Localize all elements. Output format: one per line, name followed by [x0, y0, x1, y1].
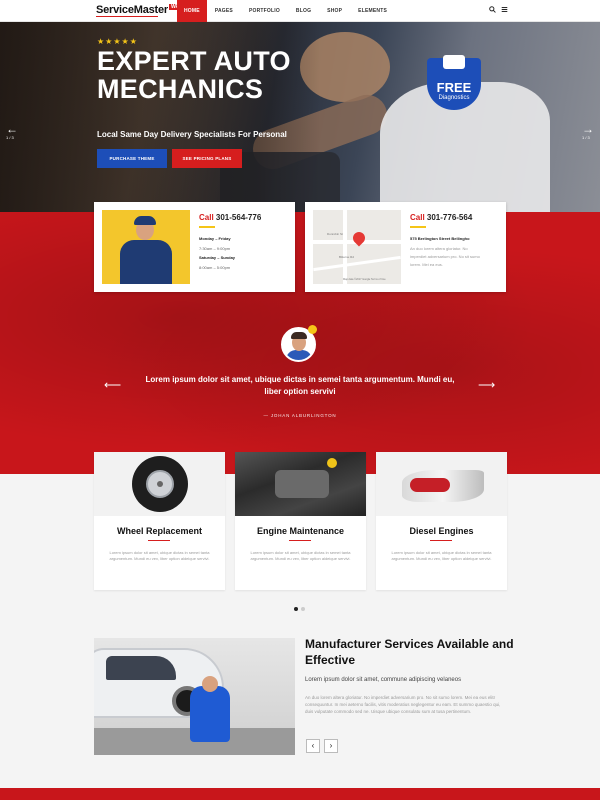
laptop-car-icon [443, 55, 465, 69]
taillight-image [376, 452, 507, 516]
address-desc-3: lorem. Mei ea eus. [410, 262, 443, 267]
service-title: Wheel Replacement [116, 526, 203, 536]
service-card-engine[interactable]: Engine Maintenance Lorem ipsum dolor sit… [235, 452, 366, 590]
hours-weekday-time: 7:30am – 9:00pm [199, 246, 231, 251]
address-card: Dunrobin St Bitterne Rd Map data ©2017 G… [305, 202, 506, 292]
hours-weekday-label: Monday – Friday [199, 236, 231, 241]
manufacturer-prev-button[interactable]: ‹ [306, 739, 320, 753]
page: ServiceMaster WP HOME PAGES PORTFOLIO BLO… [0, 0, 600, 800]
phone-line[interactable]: Call 301-564-776 [199, 213, 261, 222]
oil-cap [327, 458, 337, 468]
service-desc: Lorem ipsum dolor sit amet, ubique dicta… [391, 550, 492, 561]
engine-image [235, 452, 366, 516]
map-label: Dunrobin St [327, 232, 343, 236]
map-attribution: Map data ©2017 Google Terms of Use [343, 278, 386, 281]
testimonial-prev-arrow[interactable]: ⟵ [104, 378, 121, 392]
footer-band [0, 788, 600, 800]
hours-card: Call 301-564-776 Monday – Friday 7:30am … [94, 202, 295, 292]
service-card-diesel[interactable]: Diesel Engines Lorem ipsum dolor sit ame… [376, 452, 507, 590]
main-menu: HOME PAGES PORTFOLIO BLOG SHOP ELEMENTS [177, 0, 395, 22]
badge-free-text: FREE [436, 80, 472, 95]
avatar-hair [291, 332, 307, 339]
badge-diagnostics-text: Diagnostics [438, 95, 470, 101]
free-diagnostics-badge: FREE Diagnostics [427, 55, 481, 110]
hero-slide-counter-right: 1 / 3 [582, 135, 590, 140]
hero-title: EXPERT AUTO MECHANICS [97, 46, 291, 104]
location-map[interactable]: Dunrobin St Bitterne Rd Map data ©2017 G… [313, 210, 401, 284]
address-desc-2: imperdiet adversarium pro. No sit sumo [410, 254, 480, 259]
testimonial-next-arrow[interactable]: ⟶ [478, 378, 495, 392]
address-line: 575 Berlington Street Bellingho [410, 236, 470, 241]
phone-line[interactable]: Call 301-776-564 [410, 213, 472, 222]
service-desc: Lorem ipsum dolor sit amet, ubique dicta… [250, 550, 351, 561]
service-card-wheel[interactable]: Wheel Replacement Lorem ipsum dolor sit … [94, 452, 225, 590]
mechanic-figure [190, 686, 230, 742]
manufacturer-title: Manufacturer Services Available and Effe… [305, 637, 514, 667]
hero-slide-counter-left: 1 / 3 [6, 135, 14, 140]
logo-underline [96, 16, 158, 17]
menu-item-blog[interactable]: BLOG [288, 0, 319, 22]
menu-item-pages[interactable]: PAGES [207, 0, 241, 22]
hero-prev-arrow[interactable]: ← [6, 122, 18, 136]
service-title: Diesel Engines [409, 526, 474, 536]
service-accent-bar [148, 540, 170, 541]
rating-stars: ★★★★★ [97, 37, 138, 46]
testimonial-author: — JOHAN ALBURLINGTON [263, 413, 337, 418]
hours-weekend-label: Saturday – Sunday [199, 255, 236, 260]
testimonial-quote: Lorem ipsum dolor sit amet, ubique dicta… [145, 375, 455, 396]
hub [157, 481, 163, 487]
menu-item-home[interactable]: HOME [177, 0, 207, 22]
manufacturer-subtitle: Lorem ipsum dolor sit amet, commune adip… [305, 677, 462, 683]
mechanic-cap [134, 216, 156, 225]
carousel-dots [294, 607, 305, 611]
mechanic-photo [102, 210, 190, 284]
hours-weekend-time: 8:00am – 5:00pm [199, 265, 231, 270]
menu-item-elements[interactable]: ELEMENTS [350, 0, 395, 22]
top-nav: ServiceMaster WP HOME PAGES PORTFOLIO BLO… [0, 0, 600, 22]
taillight-lens [410, 478, 450, 492]
nav-icons [489, 6, 508, 13]
manufacturer-next-button[interactable]: › [324, 739, 338, 753]
mechanic-body [120, 240, 172, 284]
accent-bar [410, 226, 426, 228]
map-label: Bitterne Rd [339, 255, 355, 259]
purchase-theme-button[interactable]: PURCHASE THEME [97, 149, 167, 168]
quote-badge-icon [308, 325, 317, 334]
wheel-image [94, 452, 225, 516]
logo[interactable]: ServiceMaster WP [96, 4, 181, 16]
menu-item-shop[interactable]: SHOP [319, 0, 350, 22]
pricing-plans-button[interactable]: SEE PRICING PLANS [172, 149, 242, 168]
engine-bay [235, 452, 366, 516]
mechanic-figure-head [202, 676, 218, 692]
engine-block [275, 470, 329, 498]
car-window [106, 656, 176, 680]
manufacturer-desc: An duo lorem altera gloriatur. No imperd… [305, 695, 501, 714]
address-desc-1: An duo lorem altera gloriatur. No [410, 246, 468, 251]
map-road [313, 255, 401, 272]
service-title: Engine Maintenance [256, 526, 345, 536]
carousel-dot[interactable] [301, 607, 305, 611]
menu-item-portfolio[interactable]: PORTFOLIO [241, 0, 288, 22]
accent-bar [199, 226, 215, 228]
manufacturer-photo [94, 638, 295, 755]
service-accent-bar [430, 540, 452, 541]
hero-subtitle: Local Same Day Delivery Specialists For … [97, 130, 287, 139]
carousel-dot[interactable] [294, 607, 298, 611]
hero-next-arrow[interactable]: → [582, 122, 594, 136]
menu-icon[interactable] [501, 6, 508, 13]
map-road [343, 210, 347, 284]
service-accent-bar [289, 540, 311, 541]
service-desc: Lorem ipsum dolor sit amet, ubique dicta… [109, 550, 210, 561]
rim [146, 470, 174, 498]
search-icon[interactable] [489, 6, 496, 13]
tire-icon [132, 456, 188, 512]
